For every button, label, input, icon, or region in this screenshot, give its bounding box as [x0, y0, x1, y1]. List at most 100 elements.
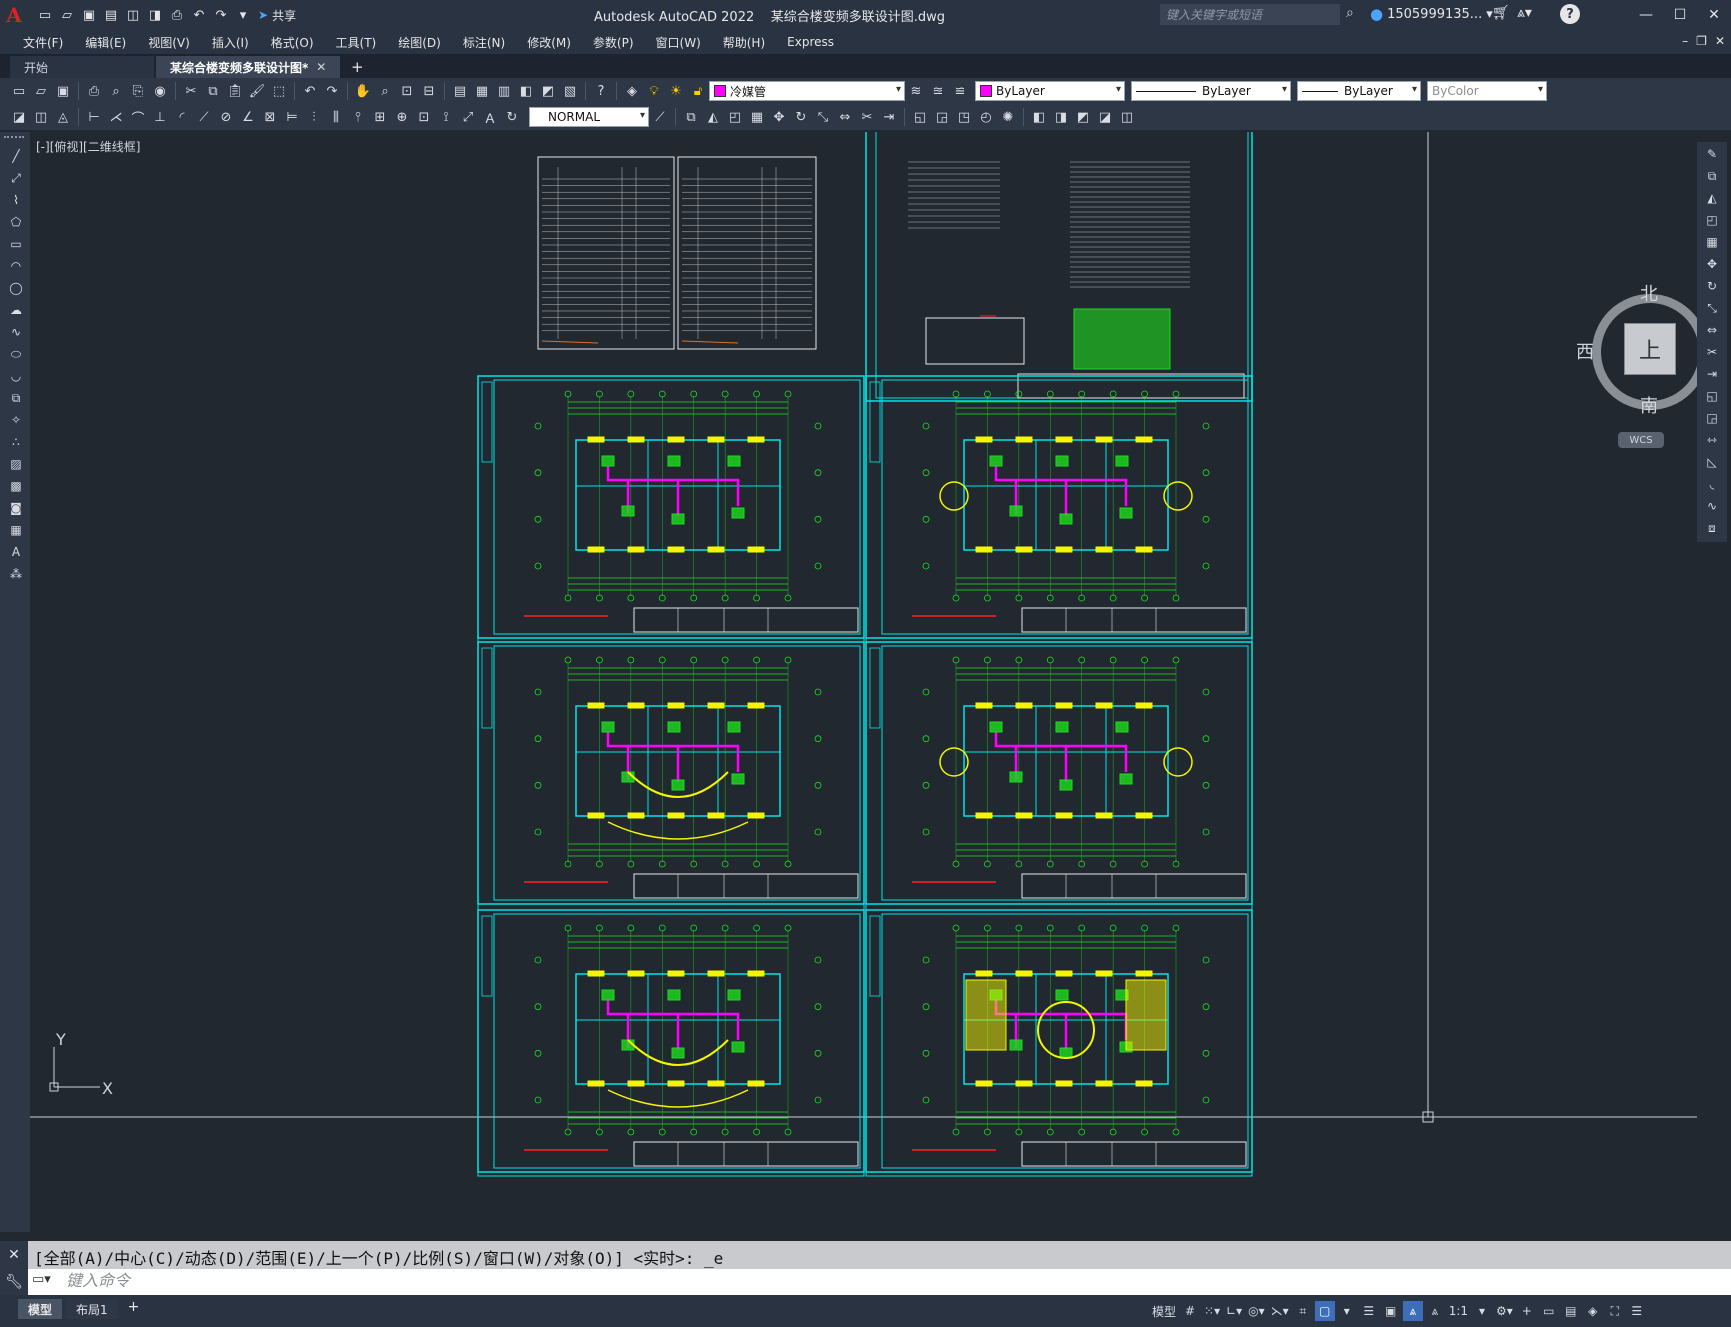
fillet-icon[interactable]: ◟ — [1702, 474, 1722, 494]
units-icon[interactable]: ▭ — [1539, 1301, 1559, 1321]
center-mark-icon[interactable]: ⊕ — [392, 107, 412, 127]
close-icon[interactable]: ✕ — [1697, 0, 1731, 30]
linear-dimension-icon[interactable]: ⊢ — [84, 107, 104, 127]
grid-icon[interactable]: # — [1180, 1301, 1200, 1321]
construction-line-icon[interactable]: ⤢ — [6, 168, 26, 188]
isometric-icon[interactable]: ⋋▾ — [1269, 1301, 1291, 1321]
paste-icon[interactable]: 📋︎ — [225, 81, 245, 101]
ortho-icon[interactable]: ∟▾ — [1224, 1301, 1244, 1321]
open-web-icon[interactable]: ◫ — [124, 6, 142, 24]
layer-dropdown[interactable]: 冷媒管 ▾ — [709, 81, 905, 101]
save-as-icon[interactable]: ▤ — [102, 6, 120, 24]
layer-states-icon[interactable]: ≌ — [950, 81, 970, 101]
line-icon[interactable]: ╱ — [6, 146, 26, 166]
tab-start[interactable]: 开始 — [10, 56, 154, 78]
break-icon[interactable]: ◱ — [910, 107, 930, 127]
rotate-icon[interactable]: ↻ — [1702, 276, 1722, 296]
qnew-icon[interactable]: ▭ — [9, 81, 29, 101]
quick-dimension-icon[interactable]: ⊠ — [260, 107, 280, 127]
revision-cloud-icon[interactable]: ☁ — [6, 300, 26, 320]
scale-icon[interactable]: ⤡ — [1702, 298, 1722, 318]
save-icon[interactable]: ▣ — [80, 6, 98, 24]
compass-south[interactable]: 南 — [1640, 392, 1658, 418]
object-snap-icon[interactable]: ▢ — [1314, 1301, 1335, 1321]
jogged-dimension-icon[interactable]: ⟋ — [194, 107, 214, 127]
layer-on-icon[interactable]: 💡︎ — [644, 81, 664, 101]
angular-dimension-icon[interactable]: ∠ — [238, 107, 258, 127]
publish-icon[interactable]: ⎘ — [128, 81, 148, 101]
user-account[interactable]: ● 1505999135... ▾ — [1370, 5, 1493, 23]
annotation-monitor-icon[interactable]: + — [1517, 1301, 1537, 1321]
add-selected-icon[interactable]: ⁂ — [6, 564, 26, 584]
scale-icon[interactable]: ⤡ — [813, 107, 833, 127]
chevron-down-icon[interactable]: ▾ — [1472, 1301, 1492, 1321]
make-current-layer-icon[interactable]: ≋ — [906, 81, 926, 101]
close-icon[interactable]: ✕ — [316, 60, 326, 74]
polar-icon[interactable]: ◎▾ — [1246, 1301, 1267, 1321]
explode-icon[interactable]: ⧈ — [1702, 518, 1722, 538]
chamfer-icon[interactable]: ◺ — [1702, 452, 1722, 472]
hatch-back-icon[interactable]: ◫ — [1117, 107, 1137, 127]
recent-commands-icon[interactable]: ▭▾ — [32, 1272, 51, 1287]
dimension-space-icon[interactable]: ⫼ — [326, 107, 346, 127]
new-tab-button[interactable]: + — [346, 56, 368, 78]
layer-match-icon[interactable]: ◪ — [9, 107, 29, 127]
calculator-icon[interactable]: ▧ — [560, 81, 580, 101]
print-icon[interactable]: ⎙ — [168, 6, 186, 24]
offset-icon[interactable]: ◰ — [725, 107, 745, 127]
break-at-point-icon[interactable]: ◱ — [1702, 386, 1722, 406]
join-icon[interactable]: ⇿ — [1702, 430, 1722, 450]
menu-parametric[interactable]: 参数(P) — [582, 34, 645, 51]
markup-icon[interactable]: ◩ — [538, 81, 558, 101]
autodesk-app-icon[interactable]: ⩓▾ — [1517, 5, 1532, 21]
object-snap-tracking-icon[interactable]: ⌗ — [1293, 1301, 1313, 1321]
snap-icon[interactable]: ⁙▾ — [1202, 1301, 1222, 1321]
cart-icon[interactable]: 🛒︎ — [1492, 5, 1510, 21]
layer-previous-icon[interactable]: ≊ — [928, 81, 948, 101]
workspace-gear-icon[interactable]: ⚙▾ — [1494, 1301, 1515, 1321]
fillet-icon[interactable]: ◴ — [976, 107, 996, 127]
stretch-icon[interactable]: ⇔ — [1702, 320, 1722, 340]
save-web-icon[interactable]: ◨ — [146, 6, 164, 24]
undo-icon[interactable]: ↶ — [190, 6, 208, 24]
dimension-style-manager-icon[interactable]: ⟋ — [650, 107, 670, 127]
search-icon[interactable]: ⌕ — [1346, 5, 1364, 23]
dimension-text-edit-icon[interactable]: Ａ — [480, 107, 500, 127]
sheet-set-icon[interactable]: ◧ — [516, 81, 536, 101]
ordinate-dimension-icon[interactable]: ⊥ — [150, 107, 170, 127]
stretch-icon[interactable]: ⇔ — [835, 107, 855, 127]
multiline-text-icon[interactable]: A — [6, 542, 26, 562]
command-input[interactable] — [66, 1271, 1716, 1293]
mirror-icon[interactable]: ◭ — [1702, 188, 1722, 208]
doc-minimize-icon[interactable]: – — [1682, 34, 1688, 48]
help-icon[interactable]: ? — [591, 81, 611, 101]
search-input[interactable]: 键入关键字或短语 — [1160, 4, 1340, 25]
copy-icon[interactable]: ⧉ — [203, 81, 223, 101]
layer-lock-icon[interactable]: 🔓︎ — [688, 81, 708, 101]
rotate-icon[interactable]: ↻ — [791, 107, 811, 127]
menu-modify[interactable]: 修改(M) — [516, 34, 582, 51]
region-icon[interactable]: ◙ — [6, 498, 26, 518]
compass-west[interactable]: 西 — [1576, 338, 1594, 364]
menu-format[interactable]: 格式(O) — [260, 34, 325, 51]
zoom-previous-icon[interactable]: ⊟ — [419, 81, 439, 101]
toolbar-grip[interactable] — [4, 136, 24, 142]
viewcube-face-top[interactable]: 上 — [1624, 323, 1676, 375]
make-block-icon[interactable]: ✧ — [6, 410, 26, 430]
cut-icon[interactable]: ✂ — [181, 81, 201, 101]
menu-view[interactable]: 视图(V) — [137, 34, 201, 51]
polyline-icon[interactable]: ⌇ — [6, 190, 26, 210]
transparency-icon[interactable]: ▣ — [1381, 1301, 1401, 1321]
layer-walk-icon[interactable]: ◫ — [31, 107, 51, 127]
model-space-toggle[interactable]: 模型 — [1150, 1301, 1178, 1321]
trim-icon[interactable]: ✂ — [1702, 342, 1722, 362]
viewcube[interactable]: 上 北 南 西 东 WCS — [1570, 272, 1697, 462]
design-center-icon[interactable]: ▦ — [472, 81, 492, 101]
compass-north[interactable]: 北 — [1640, 280, 1658, 306]
redo-icon[interactable]: ↷ — [322, 81, 342, 101]
menu-help[interactable]: 帮助(H) — [712, 34, 776, 51]
3d-print-icon[interactable]: ◉ — [150, 81, 170, 101]
color-dropdown[interactable]: ByLayer ▾ — [975, 81, 1125, 101]
insert-block-icon[interactable]: ⧉ — [6, 388, 26, 408]
gradient-icon[interactable]: ▩ — [6, 476, 26, 496]
